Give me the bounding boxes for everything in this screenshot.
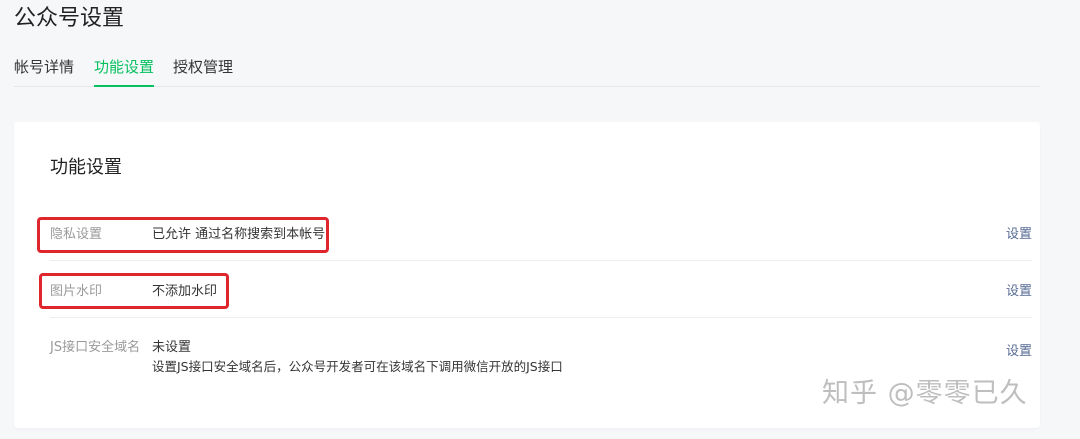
image-watermark-button[interactable]: 设置 (1006, 282, 1032, 302)
js-domain-button[interactable]: 设置 (1006, 342, 1032, 362)
page-title: 公众号设置 (14, 6, 125, 31)
js-domain-value: 未设置 (152, 340, 192, 355)
privacy-highlight-box (37, 217, 329, 253)
js-domain-row: JS接口安全域名 未设置 设置JS接口安全域名后，公众号开发者可在该域名下调用微… (50, 336, 1032, 380)
row-divider (50, 317, 1032, 318)
watermark-text: 知乎 @零零已久 (822, 378, 1028, 409)
watermark-highlight-box (39, 273, 229, 309)
js-domain-description: 设置JS接口安全域名后，公众号开发者可在该域名下调用微信开放的JS接口 (152, 359, 563, 374)
tab-bar: 帐号详情 功能设置 授权管理 (14, 52, 1040, 87)
row-divider (50, 260, 1032, 261)
page-header: 公众号设置 帐号详情 功能设置 授权管理 (0, 0, 1080, 100)
tab-account-details[interactable]: 帐号详情 (14, 57, 74, 85)
js-domain-label: JS接口安全域名 (50, 340, 141, 355)
privacy-settings-button[interactable]: 设置 (1006, 225, 1032, 245)
tab-authorization-management[interactable]: 授权管理 (173, 57, 233, 85)
section-title: 功能设置 (50, 157, 122, 178)
tab-feature-settings[interactable]: 功能设置 (94, 57, 155, 87)
